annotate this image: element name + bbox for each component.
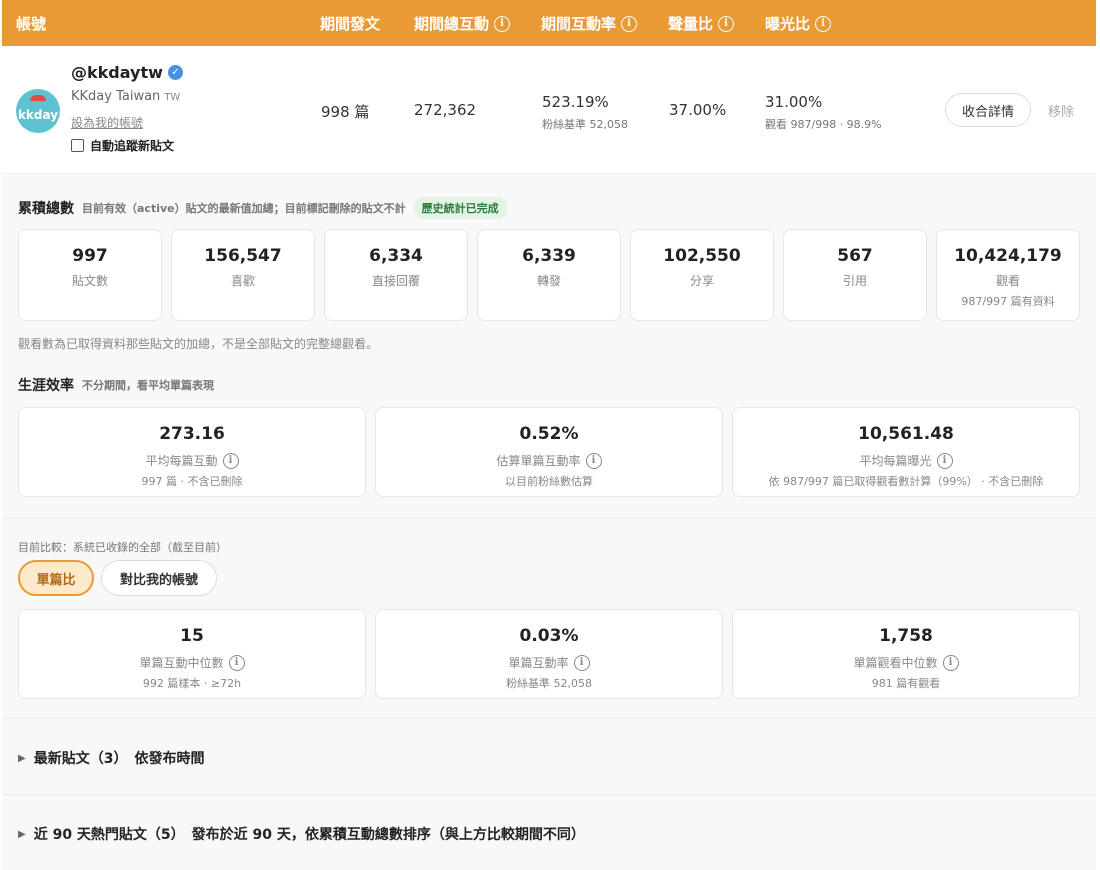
compare-card-median-interactions: 15 單篇互動中位數 i 992 篇樣本 · ≥72h: [18, 609, 366, 699]
tab-single-post[interactable]: 單篇比: [18, 560, 94, 596]
stat-card-shares: 102,550 分享: [630, 229, 774, 321]
header-interaction-rate[interactable]: 期間互動率 i: [541, 13, 638, 34]
career-card-est-rate: 0.52% 估算單篇互動率 i 以目前粉絲數估算: [375, 407, 723, 497]
header-share-of-voice[interactable]: 聲量比 i: [668, 13, 735, 34]
stat-card-posts: 997 貼文數: [18, 229, 162, 321]
info-icon[interactable]: i: [228, 654, 245, 671]
auto-track-checkbox[interactable]: 自動追蹤新貼文: [71, 137, 174, 154]
latest-posts-toggle[interactable]: ▶ 最新貼文（3） 依發布時間: [18, 748, 204, 768]
exposure-ratio: 31.00% 觀看 987/998 · 98.9%: [765, 93, 882, 131]
divider: [2, 518, 1096, 519]
display-name: KKday Taiwan TW: [71, 89, 181, 104]
region-tag: TW: [164, 92, 181, 103]
info-icon[interactable]: i: [718, 15, 735, 32]
avatar: kkday: [16, 89, 60, 133]
table-header: 帳號 期間發文 期間總互動 i 期間互動率 i 聲量比 i 曝光比 i: [2, 0, 1096, 46]
header-posts: 期間發文: [320, 15, 381, 33]
account-row: kkday @kkdaytw ✓ KKday Taiwan TW 設為我的帳號 自…: [2, 46, 1096, 174]
account-compare-page: 帳號 期間發文 期間總互動 i 期間互動率 i 聲量比 i 曝光比 i kkday @k…: [0, 0, 1100, 870]
interaction-rate: 523.19% 粉絲基準 52,058: [542, 93, 628, 131]
total-interactions: 272,362: [414, 101, 477, 119]
account-handle: @kkdaytw ✓: [71, 63, 183, 82]
tab-compare-mine[interactable]: 對比我的帳號: [101, 560, 217, 596]
career-section-title: 生涯效率 不分期間，看平均單篇表現: [18, 378, 214, 394]
share-of-voice: 37.00%: [669, 101, 727, 119]
info-icon[interactable]: i: [222, 452, 239, 469]
info-icon[interactable]: i: [494, 15, 511, 32]
header-total-interactions[interactable]: 期間總互動 i: [414, 13, 511, 34]
divider: [2, 794, 1096, 795]
info-icon[interactable]: i: [573, 654, 590, 671]
cumulative-section-title: 累積總數 目前有效（active）貼文的最新值加總；目前標記刪除的貼文不計 歷史…: [18, 197, 507, 219]
header-exposure-ratio[interactable]: 曝光比 i: [765, 13, 832, 34]
collapse-details-button[interactable]: 收合詳情: [945, 93, 1031, 127]
stat-card-replies: 6,334 直接回覆: [324, 229, 468, 321]
caret-right-icon: ▶: [18, 752, 26, 764]
status-badge: 歷史統計已完成: [413, 197, 507, 219]
info-icon[interactable]: i: [936, 452, 953, 469]
stat-card-reposts: 6,339 轉發: [477, 229, 621, 321]
compare-card-rate: 0.03% 單篇互動率 i 粉絲基準 52,058: [375, 609, 723, 699]
posts-count: 998 篇: [321, 103, 370, 121]
info-icon[interactable]: i: [942, 654, 959, 671]
checkbox[interactable]: [71, 139, 84, 152]
career-card-avg-exposure: 10,561.48 平均每篇曝光 i 依 987/997 篇已取得觀看數計算（99…: [732, 407, 1080, 497]
compare-scope-label: 目前比較：系統已收錄的全部（截至目前）: [18, 541, 227, 554]
detail-panel: 累積總數 目前有效（active）貼文的最新值加總；目前標記刪除的貼文不計 歷史…: [2, 175, 1096, 870]
stat-card-quotes: 567 引用: [783, 229, 927, 321]
umbrella-icon: [30, 95, 46, 101]
header-account: 帳號: [16, 15, 47, 33]
career-card-avg-interactions: 273.16 平均每篇互動 i 997 篇 · 不含已刪除: [18, 407, 366, 497]
stat-card-likes: 156,547 喜歡: [171, 229, 315, 321]
info-icon[interactable]: i: [621, 15, 638, 32]
set-mine-link[interactable]: 設為我的帳號: [71, 114, 143, 131]
compare-card-median-views: 1,758 單篇觀看中位數 i 981 篇有觀看: [732, 609, 1080, 699]
remove-button[interactable]: 移除: [1048, 101, 1074, 120]
verified-icon: ✓: [167, 65, 183, 80]
info-icon[interactable]: i: [815, 15, 832, 32]
info-icon[interactable]: i: [585, 452, 602, 469]
views-note: 觀看數為已取得資料那些貼文的加總，不是全部貼文的完整總觀看。: [18, 337, 379, 351]
divider: [2, 718, 1096, 719]
hot-posts-toggle[interactable]: ▶ 近 90 天熱門貼文（5） 發布於近 90 天，依累積互動總數排序（與上方比…: [18, 824, 585, 844]
caret-right-icon: ▶: [18, 828, 26, 840]
stat-card-views: 10,424,179 觀看 987/997 篇有資料: [936, 229, 1080, 321]
